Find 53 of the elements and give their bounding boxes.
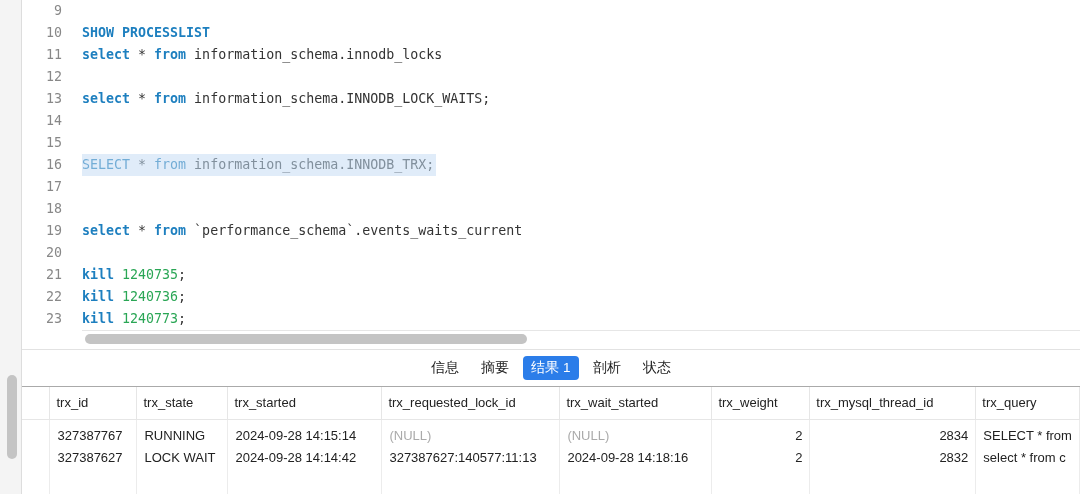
line-number: 12: [45, 68, 62, 87]
table-cell: LOCK WAIT: [136, 445, 228, 470]
line-number: 15: [45, 134, 62, 153]
result-tab[interactable]: 结果 1: [523, 355, 579, 380]
table-cell: SELECT * from: [975, 419, 1080, 446]
table-cell: (NULL): [381, 419, 560, 446]
line-number: 22: [45, 288, 62, 307]
result-tab[interactable]: 剖析: [584, 355, 629, 380]
scrollbar-thumb[interactable]: [7, 375, 17, 459]
table-cell: 2024-09-28 14:15:14: [227, 419, 382, 446]
code-line: select * from `performance_schema`.events_waits_current: [82, 222, 524, 241]
scrollbar-thumb[interactable]: [85, 334, 527, 344]
line-number: 17: [45, 178, 62, 197]
line-number: 16: [45, 156, 62, 175]
result-tab[interactable]: 状态: [634, 355, 679, 380]
line-number: 20: [45, 244, 62, 263]
column-header[interactable]: trx_state: [136, 386, 228, 420]
column-header[interactable]: trx_mysql_thread_id: [809, 386, 976, 420]
line-number: 23: [45, 310, 62, 329]
table-cell: (NULL): [559, 419, 712, 446]
table-cell: 2024-09-28 14:18:16: [559, 445, 712, 470]
table-cell: 2024-09-28 14:14:42: [227, 445, 382, 470]
table-cell: 327387627: [50, 445, 137, 470]
line-number: 13: [45, 90, 62, 109]
table-cell: 2: [711, 419, 810, 446]
code-line: select * from information_schema.INNODB_LOCK_WAITS;: [82, 90, 492, 109]
code-line: kill 1240735;: [82, 266, 188, 284]
column-header[interactable]: trx_requested_lock_id: [381, 386, 560, 420]
table-cell: 2832: [809, 445, 976, 470]
table-cell: 2: [711, 445, 810, 470]
code-line: SHOW PROCESSLIST: [82, 24, 212, 42]
column-header[interactable]: trx_started: [227, 386, 382, 420]
line-number: 14: [45, 112, 62, 131]
table-cell: select * from c: [975, 445, 1080, 470]
line-number: 18: [45, 200, 62, 219]
column-header[interactable]: trx_weight: [711, 386, 810, 420]
column-header[interactable]: trx_query: [975, 386, 1080, 420]
table-cell: RUNNING: [136, 419, 228, 446]
column-header[interactable]: trx_id: [50, 386, 137, 420]
line-number: 9: [53, 2, 62, 21]
column-header[interactable]: trx_wait_started: [559, 386, 712, 420]
table-cell: 2834: [809, 419, 976, 446]
code-line: kill 1240736;: [82, 288, 188, 306]
line-number: 21: [45, 266, 62, 285]
line-number: 19: [45, 222, 62, 241]
line-number: 10: [45, 24, 62, 43]
table-cell: 327387627:140577:11:13: [381, 445, 560, 470]
code-line: kill 1240773;: [82, 310, 188, 328]
result-tab[interactable]: 信息: [423, 355, 468, 380]
table-cell: 327387767: [50, 419, 137, 446]
result-tab[interactable]: 摘要: [473, 355, 518, 380]
code-line: select * from information_schema.innodb_locks: [82, 46, 444, 65]
line-number: 11: [45, 46, 62, 65]
